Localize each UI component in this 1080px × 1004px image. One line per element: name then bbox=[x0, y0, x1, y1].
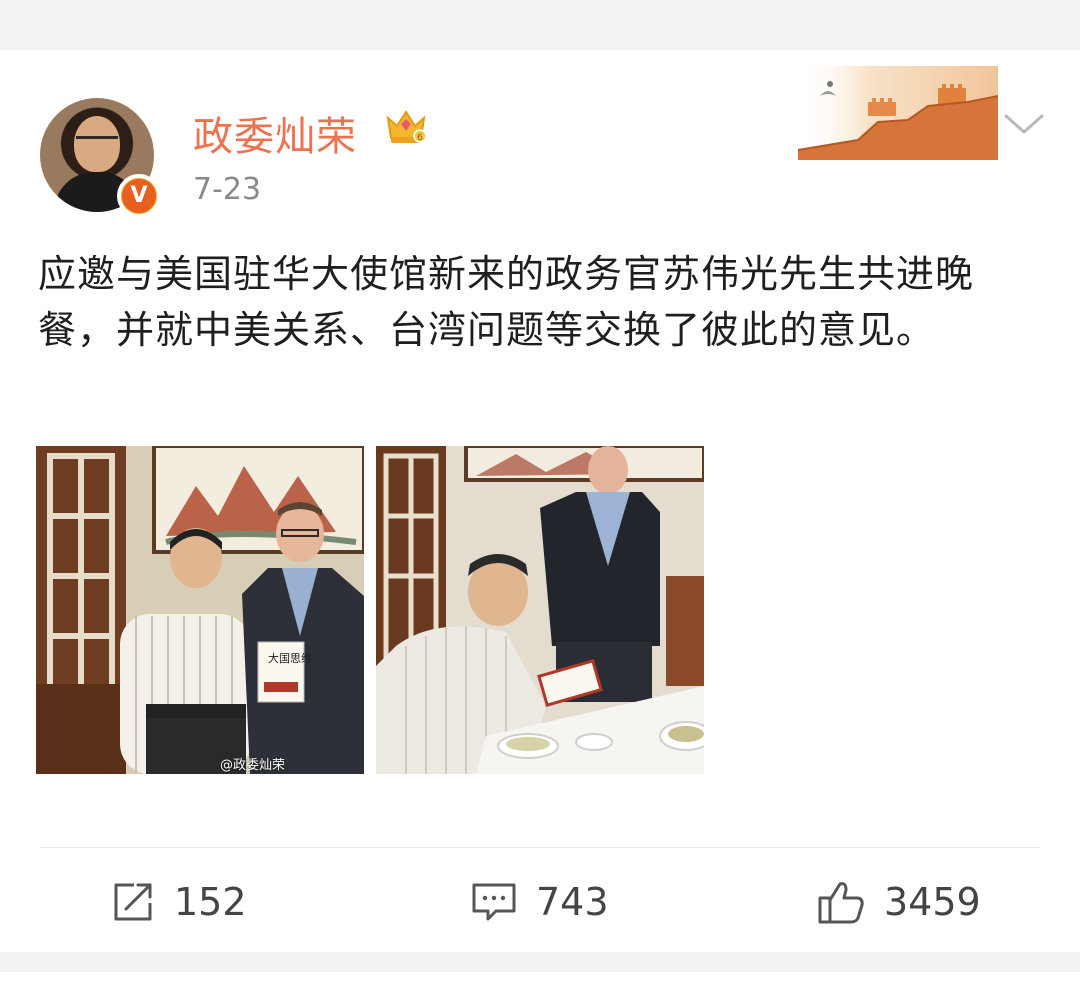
repost-icon bbox=[114, 883, 152, 921]
chevron-down-icon[interactable] bbox=[1002, 108, 1046, 140]
divider bbox=[40, 847, 1040, 848]
post-image-1[interactable]: 大国思维 @政委灿荣 bbox=[36, 446, 364, 774]
great-wall-icon bbox=[798, 66, 998, 160]
like-count: 3459 bbox=[884, 880, 981, 924]
comment-count: 743 bbox=[536, 880, 609, 924]
comment-button[interactable]: 743 bbox=[470, 872, 609, 932]
svg-text:大国思维: 大国思维 bbox=[268, 651, 312, 665]
thumbs-up-icon bbox=[818, 882, 864, 924]
image-watermark: @政委灿荣 bbox=[220, 758, 286, 773]
repost-button[interactable]: 152 bbox=[110, 872, 247, 932]
crown-icon[interactable]: 6 bbox=[384, 104, 428, 148]
like-button[interactable]: 3459 bbox=[816, 872, 981, 932]
svg-text:6: 6 bbox=[417, 133, 423, 143]
comment-icon bbox=[472, 883, 516, 921]
post-text: 应邀与美国驻华大使馆新来的政务官苏伟光先生共进晚餐，并就中美关系、台湾问题等交换… bbox=[38, 252, 975, 352]
post-date: 7-23 bbox=[193, 172, 262, 207]
photo-two-men-holding-book: 大国思维 bbox=[36, 446, 364, 774]
post-image-2[interactable] bbox=[376, 446, 704, 774]
username[interactable]: 政委灿荣 bbox=[193, 104, 357, 162]
verified-badge-icon: V bbox=[117, 174, 161, 218]
repost-count: 152 bbox=[174, 880, 247, 924]
photo-man-signing-book bbox=[376, 446, 704, 774]
next-post-card bbox=[0, 972, 1080, 1004]
